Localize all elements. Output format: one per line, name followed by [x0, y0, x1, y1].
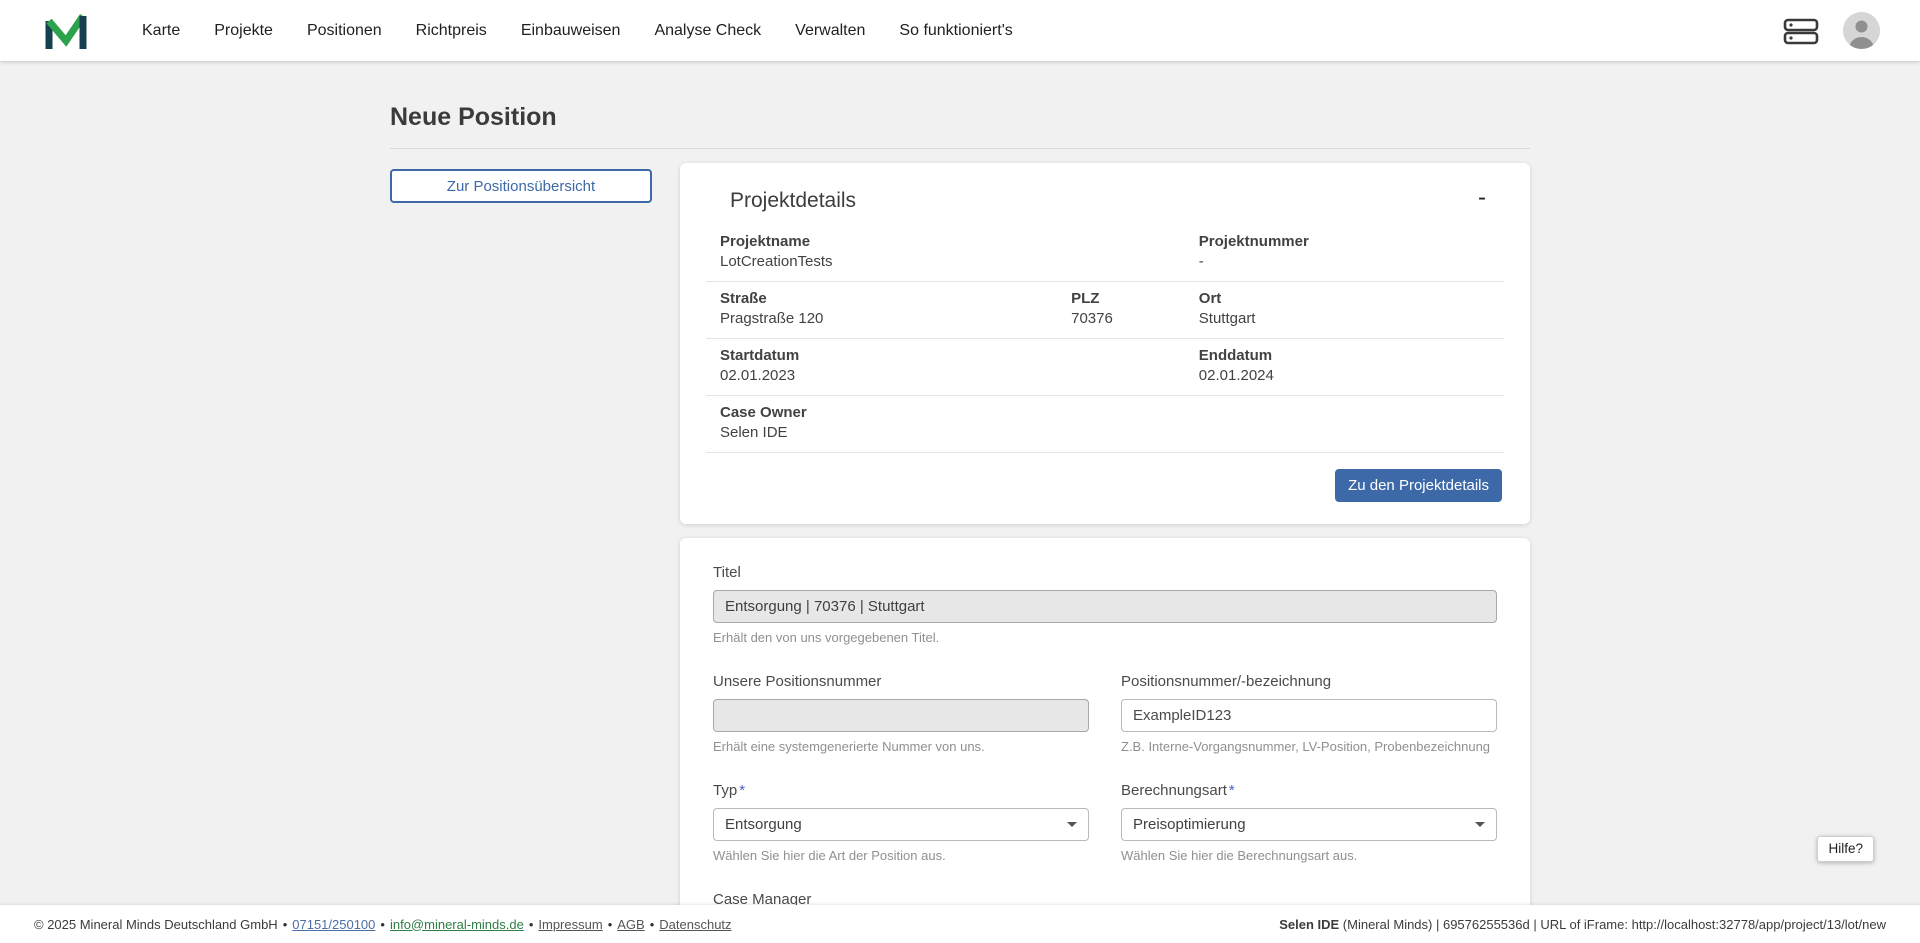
unsere-positionsnummer-label: Unsere Positionsnummer	[713, 673, 1089, 690]
collapse-panel-button[interactable]: -	[1474, 189, 1490, 207]
table-row: Straße Pragstraße 120 PLZ 70376 Ort Stut…	[706, 282, 1504, 339]
berechnungsart-select-value: Preisoptimierung	[1133, 816, 1246, 833]
logo-icon	[44, 11, 88, 51]
main-nav: Karte Projekte Positionen Richtpreis Ein…	[142, 22, 1030, 40]
nav-item-so-funktionierts[interactable]: So funktioniert's	[882, 22, 1029, 40]
unsere-positionsnummer-hint: Erhält eine systemgenerierte Nummer von …	[713, 739, 1089, 754]
chevron-down-icon	[1067, 822, 1077, 827]
typ-select-value: Entsorgung	[725, 816, 802, 833]
copyright-text: © 2025 Mineral Minds Deutschland GmbH	[34, 917, 278, 932]
server-icon[interactable]	[1783, 16, 1819, 46]
impressum-link[interactable]: Impressum	[538, 917, 602, 932]
required-asterisk: *	[1229, 782, 1235, 799]
help-button[interactable]: Hilfe?	[1817, 836, 1874, 862]
datenschutz-link[interactable]: Datenschutz	[659, 917, 731, 932]
titel-input	[713, 590, 1497, 623]
user-avatar-icon[interactable]	[1843, 12, 1880, 49]
nav-item-karte[interactable]: Karte	[142, 22, 197, 40]
project-details-table: Projektname LotCreationTests Projektnumm…	[706, 225, 1504, 453]
strasse-value: Pragstraße 120	[720, 310, 1057, 327]
email-link[interactable]: info@mineral-minds.de	[390, 917, 524, 932]
separator: •	[283, 917, 288, 932]
positionsnummer-label: Positionsnummer/-bezeichnung	[1121, 673, 1497, 690]
title-divider	[390, 148, 1530, 149]
projektname-label: Projektname	[720, 233, 1185, 250]
separator: •	[380, 917, 385, 932]
top-navbar: Karte Projekte Positionen Richtpreis Ein…	[0, 0, 1920, 61]
typ-hint: Wählen Sie hier die Art der Position aus…	[713, 848, 1089, 863]
nav-item-verwalten[interactable]: Verwalten	[778, 22, 882, 40]
separator: •	[650, 917, 655, 932]
separator: •	[608, 917, 613, 932]
footer-user: Selen IDE	[1279, 917, 1339, 932]
mineral-minds-logo[interactable]	[44, 10, 90, 52]
footer-left: © 2025 Mineral Minds Deutschland GmbH • …	[34, 917, 732, 932]
berechnungsart-hint: Wählen Sie hier die Berechnungsart aus.	[1121, 848, 1497, 863]
case-owner-label: Case Owner	[720, 404, 1504, 421]
footer-session-text: (Mineral Minds) | 69576255536d | URL of …	[1339, 917, 1886, 932]
new-position-form-card: Titel Erhält den von uns vorgegebenen Ti…	[680, 538, 1530, 943]
nav-item-einbauweisen[interactable]: Einbauweisen	[504, 22, 638, 40]
nav-item-positionen[interactable]: Positionen	[290, 22, 399, 40]
table-row: Projektname LotCreationTests Projektnumm…	[706, 225, 1504, 282]
chevron-down-icon	[1475, 822, 1485, 827]
ort-value: Stuttgart	[1199, 310, 1504, 327]
to-project-details-button[interactable]: Zu den Projektdetails	[1335, 469, 1502, 502]
positionsnummer-hint: Z.B. Interne-Vorgangsnummer, LV-Position…	[1121, 739, 1497, 754]
required-asterisk: *	[739, 782, 745, 799]
nav-item-projekte[interactable]: Projekte	[197, 22, 290, 40]
main-content: Neue Position Zur Positionsübersicht Pro…	[0, 0, 1920, 943]
typ-label: Typ*	[713, 782, 1089, 799]
page-title: Neue Position	[390, 103, 1530, 132]
footer: © 2025 Mineral Minds Deutschland GmbH • …	[0, 905, 1920, 943]
projektname-value: LotCreationTests	[720, 253, 1185, 270]
strasse-label: Straße	[720, 290, 1057, 307]
plz-label: PLZ	[1071, 290, 1185, 307]
projektnummer-label: Projektnummer	[1199, 233, 1504, 250]
nav-item-richtpreis[interactable]: Richtpreis	[399, 22, 504, 40]
separator: •	[529, 917, 534, 932]
nav-item-analyse-check[interactable]: Analyse Check	[637, 22, 778, 40]
projektnummer-value: -	[1199, 253, 1504, 270]
phone-link[interactable]: 07151/250100	[292, 917, 375, 932]
startdatum-label: Startdatum	[720, 347, 1185, 364]
startdatum-value: 02.01.2023	[720, 367, 1185, 384]
berechnungsart-label: Berechnungsart*	[1121, 782, 1497, 799]
ort-label: Ort	[1199, 290, 1504, 307]
plz-value: 70376	[1071, 310, 1185, 327]
table-row: Case Owner Selen IDE	[706, 396, 1504, 453]
positionsnummer-input[interactable]	[1121, 699, 1497, 732]
titel-hint: Erhält den von uns vorgegebenen Titel.	[713, 630, 1497, 645]
back-to-positions-button[interactable]: Zur Positionsübersicht	[390, 169, 652, 203]
navbar-right	[1783, 12, 1880, 49]
enddatum-label: Enddatum	[1199, 347, 1504, 364]
project-details-title: Projektdetails	[730, 189, 856, 213]
table-row: Startdatum 02.01.2023 Enddatum 02.01.202…	[706, 339, 1504, 396]
agb-link[interactable]: AGB	[617, 917, 644, 932]
footer-session-info: Selen IDE (Mineral Minds) | 69576255536d…	[1279, 917, 1886, 932]
unsere-positionsnummer-input	[713, 699, 1089, 732]
typ-select[interactable]: Entsorgung	[713, 808, 1089, 841]
titel-label: Titel	[713, 564, 1497, 581]
project-details-card: Projektdetails - Projektname LotCreation…	[680, 163, 1530, 524]
case-owner-value: Selen IDE	[720, 424, 1504, 441]
berechnungsart-select[interactable]: Preisoptimierung	[1121, 808, 1497, 841]
enddatum-value: 02.01.2024	[1199, 367, 1504, 384]
